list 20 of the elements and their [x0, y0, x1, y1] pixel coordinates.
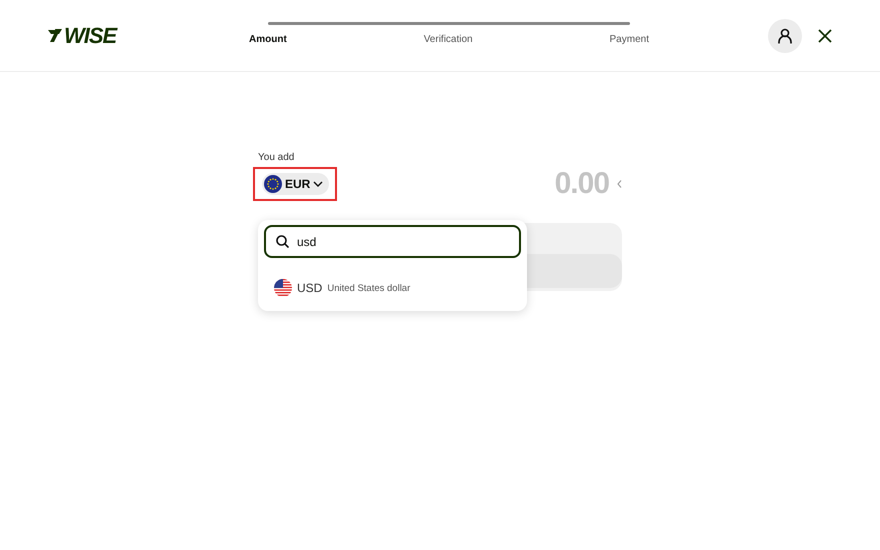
amount-value: 0.00 [554, 167, 609, 201]
step-label: Verification [424, 34, 473, 45]
eu-flag-icon [264, 175, 282, 193]
currency-option[interactable]: USD United States dollar [274, 279, 521, 297]
search-field[interactable]: usd [264, 225, 521, 258]
currency-selector[interactable]: EUR [262, 173, 330, 195]
chevron-left-icon [617, 180, 622, 188]
person-icon [778, 28, 792, 44]
step-label: Payment [610, 34, 649, 45]
close-icon [818, 28, 832, 42]
close-button[interactable] [818, 28, 832, 42]
profile-button[interactable] [768, 18, 802, 52]
step-label: Amount [249, 34, 287, 45]
search-icon [276, 235, 289, 248]
us-flag-icon [274, 279, 292, 297]
flag-mark-icon [48, 29, 62, 42]
logo-text: WISE [64, 22, 116, 48]
logo[interactable]: WISE [48, 22, 228, 48]
chevron-down-icon [313, 181, 324, 187]
field-label: You add [258, 152, 296, 163]
